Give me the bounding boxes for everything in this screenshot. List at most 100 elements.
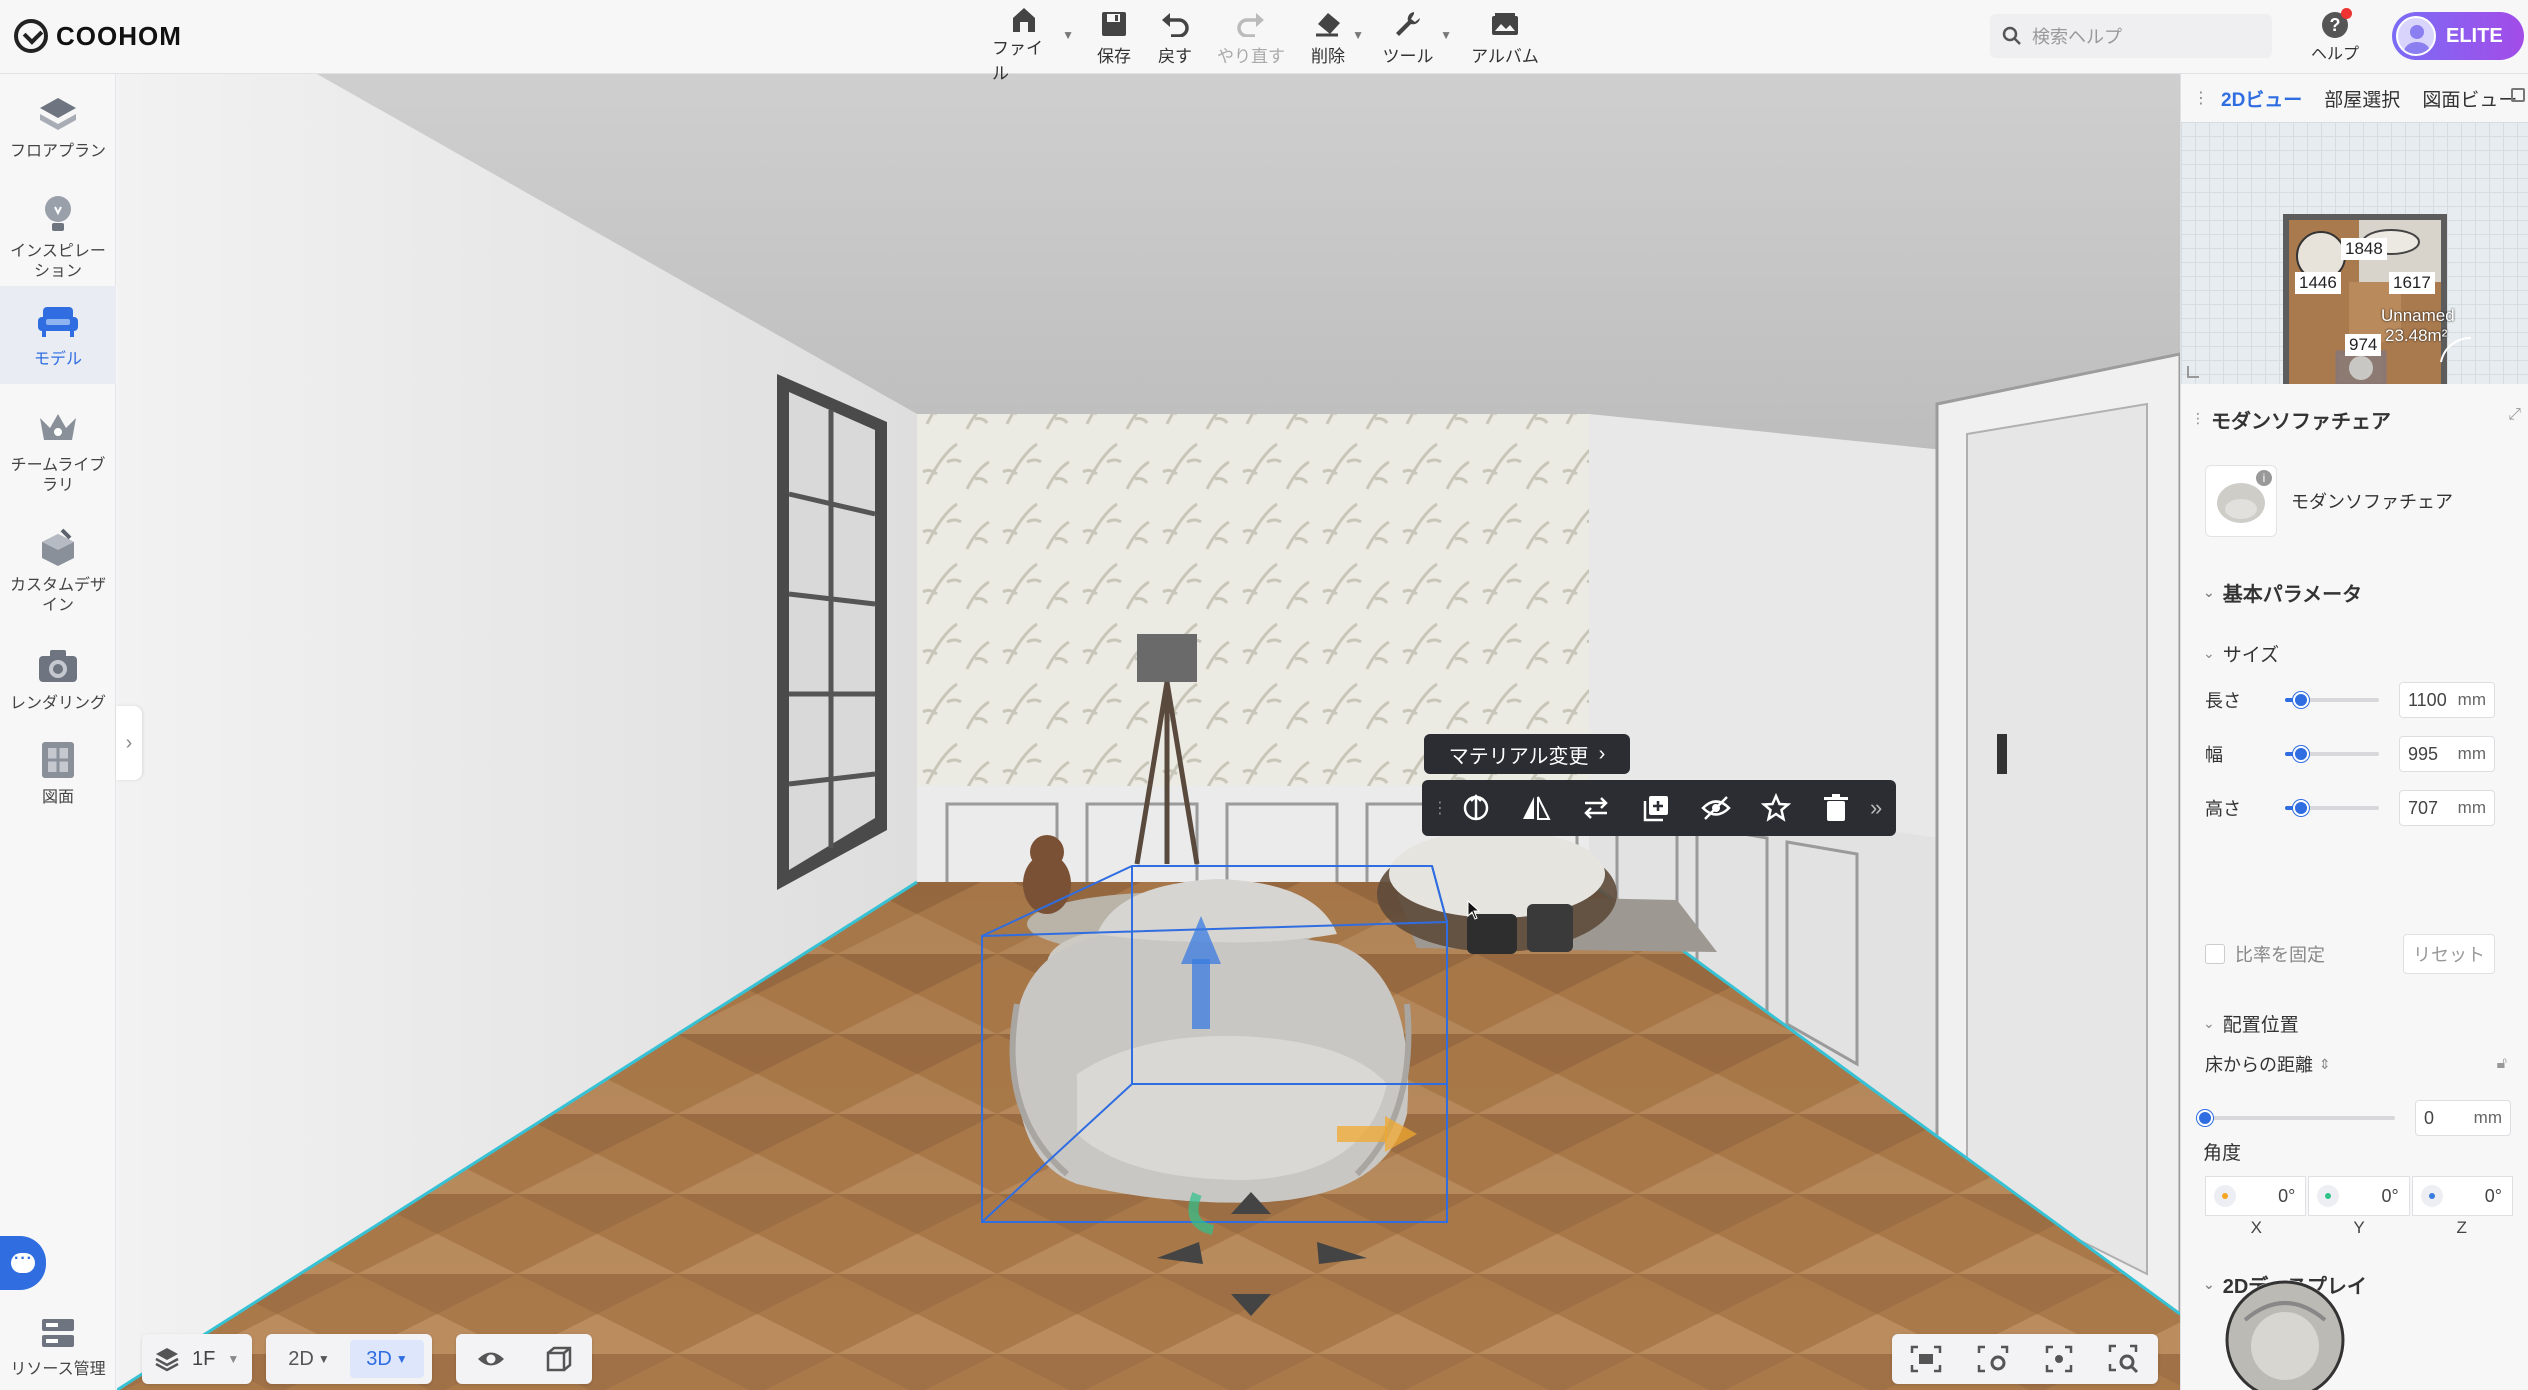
notification-dot <box>2341 8 2352 19</box>
box-view-icon[interactable] <box>545 1345 573 1373</box>
height-row: 高さ 707 mm <box>2205 790 2515 826</box>
help-search-input[interactable]: 検索ヘルプ <box>1990 14 2272 58</box>
drag-handle-icon[interactable]: ⋮ <box>2191 410 2205 427</box>
param-label: 幅 <box>2205 745 2223 765</box>
section-position[interactable]: ⌄ 配置位置 <box>2203 1010 2299 1037</box>
camera-settings-icon[interactable] <box>1977 1345 2009 1373</box>
2d-display-thumbnail[interactable] <box>2225 1280 2345 1390</box>
account-elite-badge[interactable]: ELITE <box>2392 12 2524 60</box>
sidebar-item-drawing[interactable]: 図面 <box>0 732 116 822</box>
section-basic-label: 基本パラメータ <box>2222 584 2363 606</box>
drag-handle-icon[interactable]: ⋮ <box>2193 88 2209 108</box>
length-row: 長さ 1100 mm <box>2205 682 2515 718</box>
album-icon <box>1491 6 1519 42</box>
zoom-fit-icon[interactable] <box>2108 1344 2140 1374</box>
section-size[interactable]: ⌄ サイズ <box>2203 640 2279 667</box>
sidebar-item-model[interactable]: モデル <box>0 286 116 384</box>
floor-selector[interactable]: 1F ▼ <box>142 1334 252 1384</box>
search-icon <box>2002 26 2021 45</box>
object-name: モダンソファチェア <box>2291 492 2453 512</box>
sidebar-item-team-library[interactable]: チームライブラリ <box>0 398 116 514</box>
floorplan-icon <box>34 90 82 138</box>
angle-y-value: 0 <box>2381 1185 2392 1206</box>
floor-distance-header: 床からの距離 ⇕ 🔓︎ <box>2205 1046 2515 1082</box>
save-button[interactable]: 保存 <box>1094 6 1134 70</box>
mirror-button[interactable] <box>1506 780 1566 836</box>
view-3d-label: 3D <box>366 1347 392 1370</box>
3d-viewport[interactable] <box>117 74 2180 1390</box>
resize-corner-icon[interactable] <box>2187 366 2199 378</box>
sort-icon[interactable]: ⇕ <box>2319 1056 2331 1073</box>
album-button[interactable]: アルバム <box>1470 6 1540 70</box>
section-position-label: 配置位置 <box>2222 1015 2299 1036</box>
checkbox[interactable] <box>2205 944 2225 964</box>
sidebar-item-label: リソース管理 <box>10 1361 106 1378</box>
help-button[interactable]: ? ヘルプ <box>2300 6 2370 70</box>
move-rotate-icon <box>1463 794 1489 821</box>
length-input[interactable]: 1100 mm <box>2399 682 2495 718</box>
sidebar-expand-button[interactable]: › <box>116 706 142 780</box>
more-chevron-icon[interactable]: » <box>1870 795 1882 821</box>
redo-button[interactable]: やり直す <box>1216 6 1286 70</box>
height-input[interactable]: 707 mm <box>2399 790 2495 826</box>
frame-select-icon[interactable] <box>1910 1345 1942 1373</box>
info-icon[interactable]: i <box>2256 470 2272 486</box>
sidebar-item-floorplan[interactable]: フロアプラン <box>0 90 116 180</box>
copy-button[interactable] <box>1626 780 1686 836</box>
section-basic-params[interactable]: ⌄ 基本パラメータ <box>2203 578 2362 607</box>
undo-button[interactable]: 戻す <box>1156 6 1194 70</box>
tools-menu-button[interactable]: ツール ▼ <box>1382 6 1452 70</box>
favorite-button[interactable] <box>1746 780 1806 836</box>
width-slider[interactable] <box>2285 746 2379 762</box>
drag-handle-icon[interactable]: ⋮ <box>1432 798 1448 818</box>
angle-z-input[interactable]: 0° <box>2411 1176 2513 1216</box>
floor-distance-input[interactable]: 0 mm <box>2415 1100 2511 1136</box>
coohom-logo[interactable]: COOHOM <box>14 16 182 56</box>
reset-button[interactable]: リセット <box>2403 934 2495 974</box>
height-slider[interactable] <box>2285 800 2379 816</box>
unlock-icon[interactable]: 🔓︎ <box>2497 1055 2507 1073</box>
room-scene <box>117 74 2180 1390</box>
view-3d-button[interactable]: 3D ▼ <box>350 1340 424 1378</box>
move-tool-button[interactable] <box>1446 780 1506 836</box>
focus-icon[interactable] <box>2045 1345 2073 1373</box>
length-slider[interactable] <box>2285 692 2379 708</box>
sidebar-item-label: インスピレーション <box>10 243 106 280</box>
expand-icon[interactable]: ⤢ <box>2508 406 2521 424</box>
angle-x-value: 0 <box>2278 1185 2289 1206</box>
trash-button[interactable] <box>1806 780 1866 836</box>
sidebar-item-rendering[interactable]: レンダリング <box>0 634 116 730</box>
angle-y-input[interactable]: 0° <box>2308 1176 2410 1216</box>
material-change-button[interactable]: マテリアル変更 › <box>1424 734 1630 774</box>
collapse-icon[interactable] <box>2511 88 2525 102</box>
sidebar-item-custom-design[interactable]: カスタムデザイン <box>0 514 116 640</box>
tab-room-select[interactable]: 部屋選択 <box>2324 85 2400 112</box>
file-menu-button[interactable]: ファイル ▼ <box>992 6 1074 83</box>
width-row: 幅 995 mm <box>2205 736 2515 772</box>
object-thumbnail[interactable]: i <box>2205 465 2277 537</box>
angle-x-input[interactable]: 0° <box>2205 1176 2307 1216</box>
object-toolbar: ⋮ » <box>1422 780 1896 836</box>
angle-z-value: 0 <box>2484 1185 2495 1206</box>
axis-labels: X Y Z <box>2205 1218 2513 1238</box>
height-value: 707 <box>2408 797 2439 818</box>
tab-drawing-view[interactable]: 図面ビュー <box>2422 85 2517 112</box>
dim-right-label: 1617 <box>2389 272 2435 294</box>
replace-button[interactable] <box>1566 780 1626 836</box>
eraser-icon <box>1314 6 1342 42</box>
section-size-label: サイズ <box>2222 645 2280 666</box>
sidebar-item-resource-manager[interactable]: リソース管理 <box>0 1310 116 1380</box>
layers-icon <box>155 1348 179 1372</box>
delete-button[interactable]: 削除 ▼ <box>1310 6 1364 70</box>
width-input[interactable]: 995 mm <box>2399 736 2495 772</box>
save-icon <box>1101 6 1127 42</box>
minimap[interactable]: 1848 1446 1617 974 Unnamed 23.48m² <box>2181 122 2528 384</box>
tools-label: ツール <box>1382 47 1434 66</box>
angle-section: 角度 <box>2203 1138 2241 1165</box>
room-name-label: Unnamed <box>2381 306 2455 325</box>
hide-button[interactable] <box>1686 780 1746 836</box>
floor-distance-slider[interactable] <box>2197 1110 2395 1126</box>
tab-2d-view[interactable]: 2Dビュー <box>2221 85 2302 112</box>
view-2d-button[interactable]: 2D ▼ <box>272 1340 346 1378</box>
eye-icon[interactable] <box>476 1348 506 1370</box>
